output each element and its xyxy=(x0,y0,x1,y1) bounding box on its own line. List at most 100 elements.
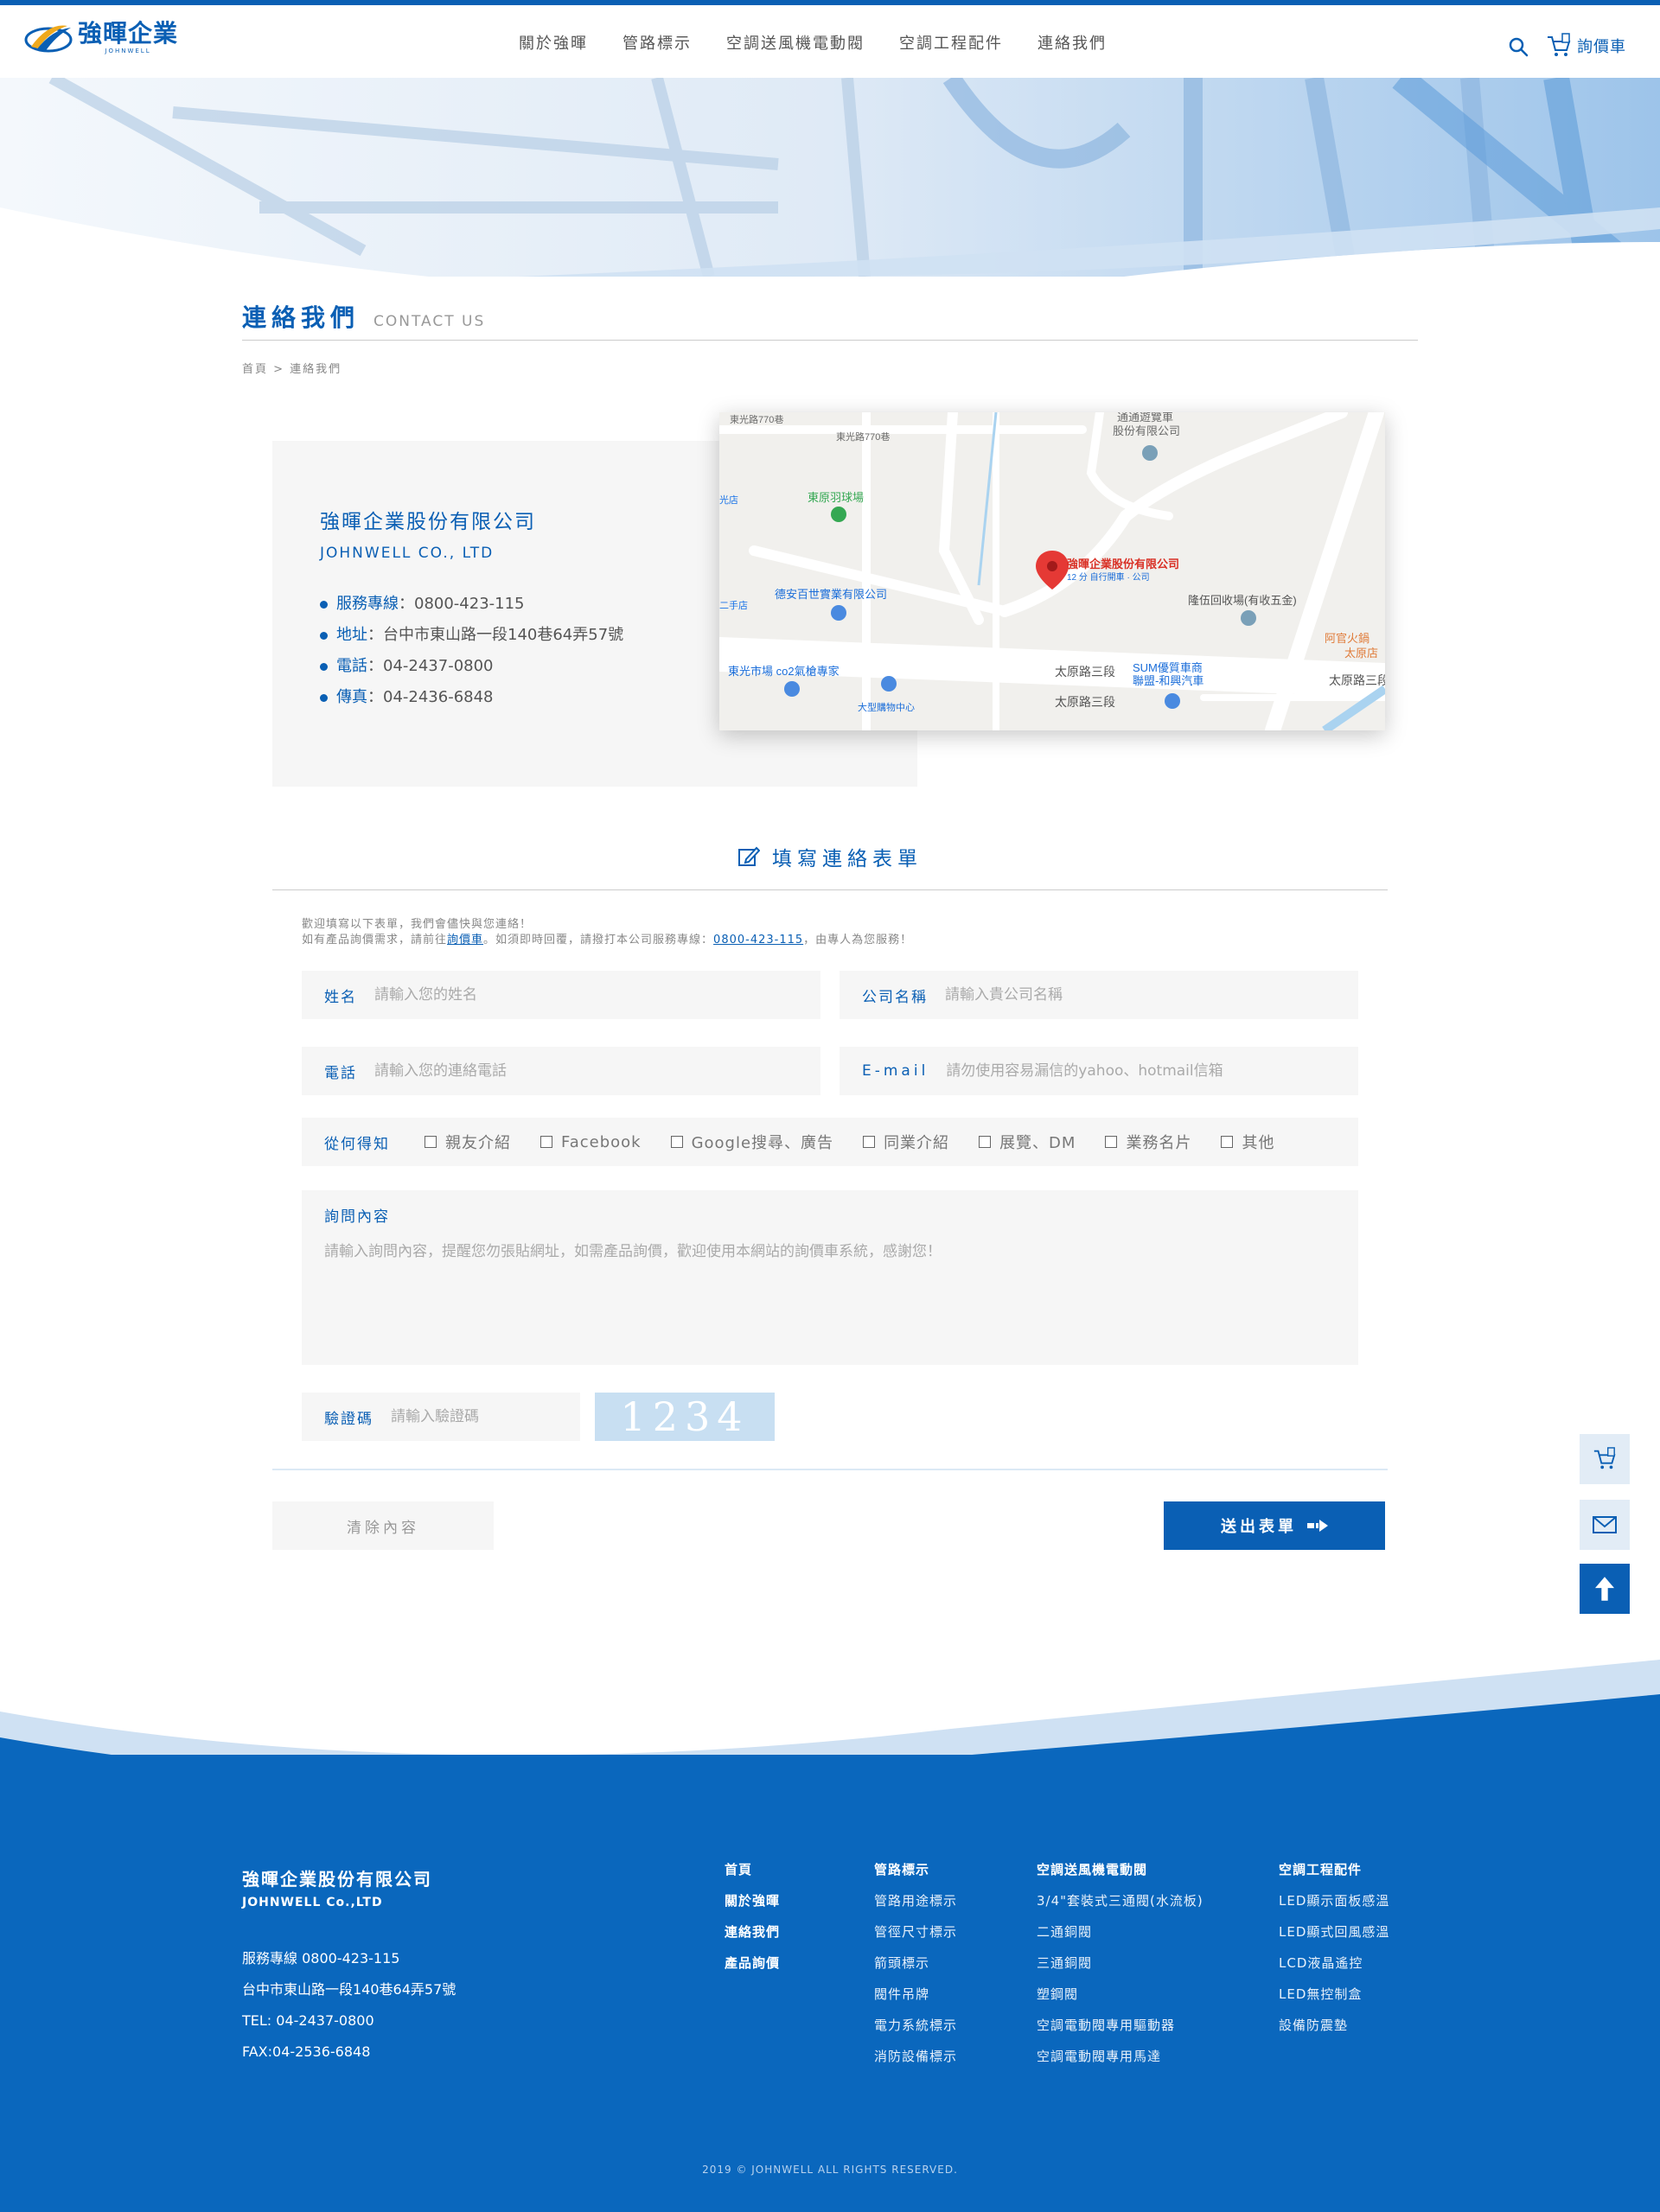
checkbox[interactable] xyxy=(670,1136,683,1148)
footer-link[interactable]: LED無控制盒 xyxy=(1279,1985,1389,2016)
name-input[interactable] xyxy=(374,986,789,1004)
footer-col-heading[interactable]: 空調工程配件 xyxy=(1279,1860,1389,1891)
footer-link[interactable]: 塑鋼閥 xyxy=(1037,1985,1204,2016)
footer-contact-list: 服務專線 0800-423-115 台中市東山路一段140巷64弄57號 TEL… xyxy=(242,1948,456,2073)
company-contact-list: 服務專線 ：0800-423-115 地址 ：台中市東山路一段140巷64弄57號 … xyxy=(320,589,623,713)
checkbox-label: Facebook xyxy=(561,1132,642,1151)
footer-col-pipe-marking: 管路標示 管路用途標示 管徑尺寸標示 箭頭標示 閥件吊牌 電力系統標示 消防設備… xyxy=(874,1860,957,2078)
name-field: 姓名 xyxy=(302,971,820,1019)
footer-col-site: 首頁 關於強暉 連絡我們 產品詢價 xyxy=(725,1860,780,1985)
footer-link[interactable]: 連絡我們 xyxy=(725,1922,780,1954)
inquiry-cart-link[interactable]: 詢價車 xyxy=(1546,33,1626,59)
footer-link[interactable]: 管路用途標示 xyxy=(874,1891,957,1922)
source-checkbox-row: 從何得知 親友介紹 Facebook Google搜尋、廣告 同業介紹 展覽、D… xyxy=(302,1118,1358,1166)
content-textarea[interactable] xyxy=(324,1239,1327,1351)
search-icon[interactable] xyxy=(1508,36,1529,57)
source-label: 從何得知 xyxy=(324,1135,390,1153)
map-label: 德安百世實業有限公司 xyxy=(775,588,887,601)
source-option-facebook[interactable]: Facebook xyxy=(540,1133,642,1151)
footer-link[interactable]: 箭頭標示 xyxy=(874,1954,957,1985)
nav-hvac-valves[interactable]: 空調送風機電動閥 xyxy=(726,31,865,54)
logo-subtext: JOHNWELL xyxy=(105,48,151,54)
footer-link[interactable]: 首頁 xyxy=(725,1860,780,1891)
page-title-en: CONTACT US xyxy=(374,313,486,330)
source-option-peer[interactable]: 同業介紹 xyxy=(863,1131,949,1153)
footer-link[interactable]: 產品詢價 xyxy=(725,1954,780,1985)
map-marker-icon[interactable] xyxy=(831,507,846,522)
footer-link[interactable]: 關於強暉 xyxy=(725,1891,780,1922)
phone-input[interactable] xyxy=(374,1062,789,1080)
map-label: 東光路770巷 xyxy=(730,413,783,425)
bullet-icon xyxy=(320,631,328,640)
checkbox[interactable] xyxy=(863,1136,876,1148)
map-marker-icon[interactable] xyxy=(1165,693,1180,709)
footer-link[interactable]: 電力系統標示 xyxy=(874,2016,957,2047)
footer-link[interactable]: 設備防震墊 xyxy=(1279,2016,1389,2047)
footer-link[interactable]: LED顯示面板感溫 xyxy=(1279,1891,1389,1922)
source-option-business-card[interactable]: 業務名片 xyxy=(1105,1131,1191,1153)
map-label: 股份有限公司 xyxy=(1113,424,1180,437)
footer-col-heading[interactable]: 空調送風機電動閥 xyxy=(1037,1860,1204,1891)
footer-link[interactable]: LED顯式回風感溫 xyxy=(1279,1922,1389,1954)
checkbox-label: 業務名片 xyxy=(1126,1134,1192,1152)
back-to-top-button[interactable] xyxy=(1580,1564,1630,1614)
source-option-exhibition[interactable]: 展覽、DM xyxy=(979,1131,1076,1153)
logo[interactable]: 強暉企業 JOHNWELL xyxy=(24,21,178,55)
info-hotline: 服務專線 ：0800-423-115 xyxy=(320,589,623,620)
map-marker-icon[interactable] xyxy=(1142,445,1158,461)
edit-icon xyxy=(738,846,760,866)
info-label: 地址 xyxy=(336,626,367,644)
site-header: 強暉企業 JOHNWELL 關於強暉 管路標示 空調送風機電動閥 空調工程配件 … xyxy=(0,5,1660,78)
source-option-friend[interactable]: 親友介紹 xyxy=(425,1131,511,1153)
footer-link[interactable]: 管徑尺寸標示 xyxy=(874,1922,957,1954)
footer-link[interactable]: 三通銅閥 xyxy=(1037,1954,1204,1985)
clear-button[interactable]: 清除內容 xyxy=(272,1501,494,1550)
map-marker-icon[interactable] xyxy=(784,681,800,697)
email-input[interactable] xyxy=(946,1062,1327,1080)
info-label: 電話 xyxy=(336,657,367,675)
checkbox[interactable] xyxy=(540,1136,552,1148)
footer-link[interactable]: 空調電動閥專用馬達 xyxy=(1037,2047,1204,2078)
nav-contact[interactable]: 連絡我們 xyxy=(1038,31,1107,54)
footer-col-heading[interactable]: 管路標示 xyxy=(874,1860,957,1891)
footer-link[interactable]: LCD液晶遙控 xyxy=(1279,1954,1389,1985)
checkbox[interactable] xyxy=(1105,1136,1118,1148)
hotline-link[interactable]: 0800-423-115 xyxy=(713,934,803,947)
company-input[interactable] xyxy=(945,986,1325,1004)
checkbox[interactable] xyxy=(1221,1136,1234,1148)
map-canvas[interactable]: 東光路770巷 東光路770巷 通通遊覽車 股份有限公司 光店 二手店 東原羽球… xyxy=(719,412,1385,730)
copyright: 2019 © JOHNWELL ALL RIGHTS RESERVED. xyxy=(702,2164,958,2176)
footer-link[interactable]: 3/4"套裝式三通閥(水流板) xyxy=(1037,1891,1204,1922)
nav-about[interactable]: 關於強暉 xyxy=(519,31,588,54)
checkbox[interactable] xyxy=(425,1136,437,1148)
map-label: 二手店 xyxy=(719,599,748,611)
captcha-image[interactable]: 1234 xyxy=(595,1393,775,1441)
captcha-input[interactable] xyxy=(391,1408,555,1425)
form-note-line2: 如有產品詢價需求，請前往詢價車。如須即時回覆，請撥打本公司服務專線：0800-4… xyxy=(302,933,912,948)
form-bottom-divider xyxy=(272,1469,1388,1470)
footer-link[interactable]: 二通銅閥 xyxy=(1037,1922,1204,1954)
checkbox[interactable] xyxy=(979,1136,992,1148)
map-marker-icon[interactable] xyxy=(1241,610,1256,626)
map-marker-icon[interactable] xyxy=(881,676,897,692)
source-option-other[interactable]: 其他 xyxy=(1221,1131,1274,1153)
company-field: 公司名稱 xyxy=(840,971,1358,1019)
note-text: ，由專人為您服務！ xyxy=(803,934,913,947)
info-value: ：04-2437-0800 xyxy=(367,657,494,675)
location-map[interactable]: 東光路770巷 東光路770巷 通通遊覽車 股份有限公司 光店 二手店 東原羽球… xyxy=(719,412,1385,730)
map-marker-icon[interactable] xyxy=(831,605,846,621)
footer-link[interactable]: 閥件吊牌 xyxy=(874,1985,957,2016)
footer-link[interactable]: 空調電動閥專用驅動器 xyxy=(1037,2016,1204,2047)
floating-cart-button[interactable] xyxy=(1580,1434,1630,1484)
nav-hvac-accessories[interactable]: 空調工程配件 xyxy=(899,31,1003,54)
breadcrumb[interactable]: 首頁 > 連絡我們 xyxy=(242,360,342,376)
floating-mail-button[interactable] xyxy=(1580,1500,1630,1550)
footer-link[interactable]: 消防設備標示 xyxy=(874,2047,957,2078)
inquiry-cart-text-link[interactable]: 詢價車 xyxy=(447,934,483,947)
checkbox-label: 同業介紹 xyxy=(884,1134,950,1152)
logo-swoosh-icon xyxy=(24,25,73,53)
source-option-google[interactable]: Google搜尋、廣告 xyxy=(670,1131,833,1153)
submit-button[interactable]: 送出表單 xyxy=(1164,1501,1385,1550)
nav-pipe-marking[interactable]: 管路標示 xyxy=(622,31,692,54)
map-label: 通通遊覽車 xyxy=(1117,412,1173,424)
